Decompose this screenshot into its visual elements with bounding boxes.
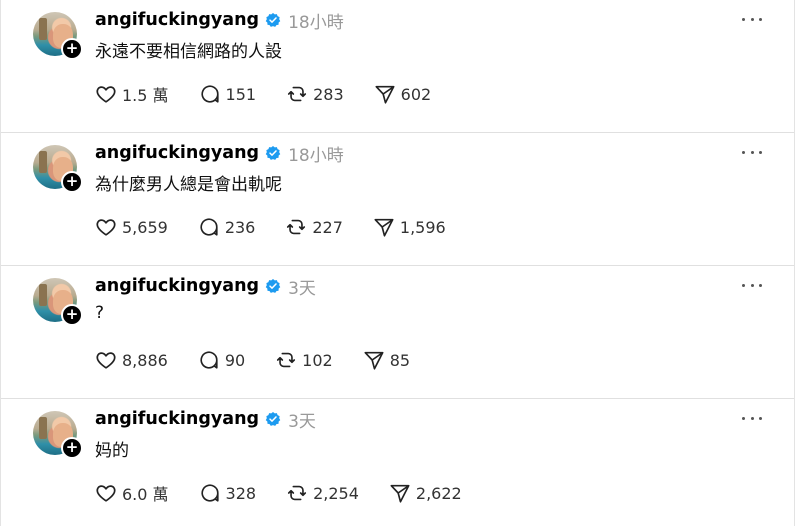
like-button[interactable]: 8,886 (95, 349, 168, 371)
timestamp[interactable]: 3天 (288, 407, 316, 432)
more-options-icon[interactable] (742, 278, 762, 292)
send-icon (374, 218, 394, 237)
post-header: angifuckingyang 3天 (95, 407, 316, 432)
plus-icon[interactable]: + (61, 437, 83, 459)
reply-button[interactable]: 151 (199, 83, 257, 105)
plus-icon[interactable]: + (61, 38, 83, 60)
reply-count: 328 (225, 483, 257, 503)
repost-count: 102 (302, 350, 333, 370)
share-button[interactable]: 85 (363, 349, 410, 371)
repost-button[interactable]: 2,254 (286, 482, 359, 504)
post-header: angifuckingyang 18小時 (95, 141, 344, 166)
verified-badge-icon (265, 13, 281, 27)
send-icon (364, 351, 384, 370)
reply-button[interactable]: 328 (199, 482, 257, 504)
post: + angifuckingyang 18小時 為什麼男人總是會出軌呢 5,659… (1, 133, 794, 266)
like-button[interactable]: 1.5 萬 (95, 82, 169, 106)
post-text: 妈的 (95, 441, 129, 461)
verified-badge-icon (265, 146, 281, 160)
reply-count: 151 (225, 84, 257, 104)
share-count: 1,596 (399, 217, 446, 237)
username[interactable]: angifuckingyang (95, 276, 259, 296)
like-button[interactable]: 5,659 (95, 216, 168, 238)
action-bar: 1.5 萬 151 283 602 (95, 82, 461, 106)
repost-icon (288, 86, 307, 102)
more-options-icon[interactable] (742, 145, 762, 159)
heart-icon (96, 86, 116, 103)
heart-icon (96, 352, 116, 369)
verified-badge-icon (265, 279, 281, 293)
repost-count: 283 (313, 84, 344, 104)
post-text: 為什麼男人總是會出軌呢 (95, 175, 282, 195)
avatar[interactable]: + (33, 145, 83, 193)
send-icon (375, 85, 395, 104)
like-button[interactable]: 6.0 萬 (95, 481, 169, 505)
share-count: 85 (389, 350, 411, 370)
avatar[interactable]: + (33, 278, 83, 326)
repost-button[interactable]: 102 (275, 349, 333, 371)
timestamp[interactable]: 18小時 (288, 8, 344, 33)
timestamp[interactable]: 18小時 (288, 141, 344, 166)
share-button[interactable]: 602 (374, 83, 432, 105)
heart-icon (96, 219, 116, 236)
heart-icon (96, 485, 116, 502)
send-icon (390, 484, 410, 503)
share-button[interactable]: 1,596 (373, 216, 446, 238)
post-text: ? (95, 303, 105, 323)
username[interactable]: angifuckingyang (95, 409, 259, 429)
repost-icon (287, 219, 306, 235)
post: + angifuckingyang 3天 妈的 6.0 萬 328 2,254 (1, 399, 794, 532)
share-button[interactable]: 2,622 (389, 482, 462, 504)
like-count: 1.5 萬 (122, 86, 169, 105)
repost-button[interactable]: 283 (286, 83, 344, 105)
reply-count: 90 (224, 350, 246, 370)
action-bar: 8,886 90 102 85 (95, 348, 440, 372)
repost-count: 227 (312, 217, 343, 237)
username[interactable]: angifuckingyang (95, 143, 259, 163)
post-header: angifuckingyang 3天 (95, 274, 316, 299)
repost-icon (277, 352, 296, 368)
verified-badge-icon (265, 412, 281, 426)
avatar[interactable]: + (33, 411, 83, 459)
share-count: 2,622 (415, 483, 462, 503)
comment-icon (200, 85, 219, 103)
like-count: 6.0 萬 (122, 485, 169, 504)
like-count: 5,659 (122, 217, 168, 237)
repost-icon (288, 485, 307, 501)
reply-count: 236 (224, 217, 256, 237)
more-options-icon[interactable] (742, 411, 762, 425)
plus-icon[interactable]: + (61, 304, 83, 326)
avatar[interactable]: + (33, 12, 83, 60)
comment-icon (200, 484, 219, 502)
feed: + angifuckingyang 18小時 永遠不要相信網路的人設 1.5 萬… (0, 0, 795, 526)
repost-count: 2,254 (313, 483, 359, 503)
comment-icon (200, 351, 218, 369)
plus-icon[interactable]: + (61, 171, 83, 193)
comment-icon (200, 218, 218, 236)
reply-button[interactable]: 90 (198, 349, 245, 371)
reply-button[interactable]: 236 (198, 216, 256, 238)
more-options-icon[interactable] (742, 12, 762, 26)
like-count: 8,886 (122, 350, 168, 370)
timestamp[interactable]: 3天 (288, 274, 316, 299)
post: + angifuckingyang 18小時 永遠不要相信網路的人設 1.5 萬… (1, 0, 794, 133)
post-header: angifuckingyang 18小時 (95, 8, 344, 33)
action-bar: 5,659 236 227 1,596 (95, 215, 476, 239)
post-text: 永遠不要相信網路的人設 (95, 42, 282, 62)
post: + angifuckingyang 3天 ? 8,886 90 102 85 (1, 266, 794, 399)
username[interactable]: angifuckingyang (95, 10, 259, 30)
action-bar: 6.0 萬 328 2,254 2,622 (95, 481, 492, 505)
share-count: 602 (400, 84, 432, 104)
repost-button[interactable]: 227 (285, 216, 343, 238)
